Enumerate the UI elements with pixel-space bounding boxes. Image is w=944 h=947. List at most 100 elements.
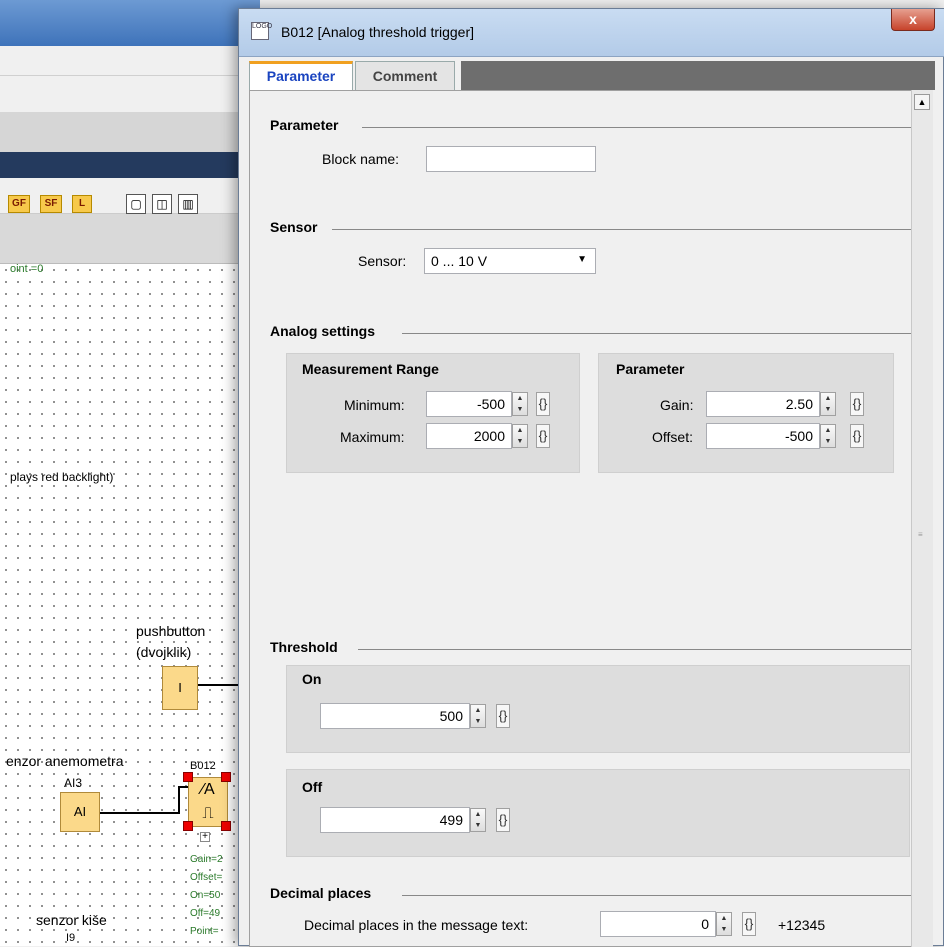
spin-up-icon[interactable]: ▲ bbox=[821, 393, 835, 404]
spin-down-icon[interactable]: ▼ bbox=[821, 404, 835, 415]
rain-sensor-label: senzor kiše bbox=[36, 912, 107, 928]
spin-down-icon[interactable]: ▼ bbox=[821, 436, 835, 447]
l-button[interactable]: L bbox=[72, 195, 92, 213]
layout-single-icon[interactable]: ▢ bbox=[126, 194, 146, 214]
param-on-text: On=50 bbox=[190, 890, 221, 901]
minimum-input[interactable] bbox=[426, 391, 512, 417]
section-divider bbox=[402, 333, 922, 334]
offset-input[interactable] bbox=[706, 423, 820, 449]
decimal-places-input[interactable] bbox=[600, 911, 716, 937]
decimal-reference-button[interactable]: {} bbox=[742, 912, 756, 936]
minimum-spinner[interactable]: ▲ ▼ bbox=[512, 392, 528, 416]
maximum-reference-button[interactable]: {} bbox=[536, 424, 550, 448]
section-divider bbox=[402, 895, 922, 896]
on-threshold-title: On bbox=[302, 671, 322, 687]
maximum-label: Maximum: bbox=[340, 429, 405, 445]
spin-up-icon[interactable]: ▲ bbox=[471, 705, 485, 716]
maximum-spinner[interactable]: ▲ ▼ bbox=[512, 424, 528, 448]
pushbutton-label: pushbutton bbox=[136, 623, 206, 639]
diagram-title-strip bbox=[0, 152, 260, 178]
logo-app-icon: LOGO bbox=[251, 22, 272, 40]
sf-button[interactable]: SF bbox=[40, 195, 62, 213]
resize-handle-tr[interactable] bbox=[221, 772, 231, 782]
spin-up-icon[interactable]: ▲ bbox=[717, 913, 731, 924]
spin-up-icon[interactable]: ▲ bbox=[513, 393, 527, 404]
layout-triple-icon[interactable]: ▥ bbox=[178, 194, 198, 214]
offset-reference-button[interactable]: {} bbox=[850, 424, 864, 448]
section-divider bbox=[358, 649, 922, 650]
maximum-input[interactable] bbox=[426, 423, 512, 449]
decimal-places-spinner[interactable]: ▲ ▼ bbox=[716, 912, 732, 936]
minimum-label: Minimum: bbox=[344, 397, 405, 413]
scroll-grip-icon[interactable]: ≡ bbox=[918, 530, 926, 539]
minimum-reference-button[interactable]: {} bbox=[536, 392, 550, 416]
on-threshold-spinner[interactable]: ▲ ▼ bbox=[470, 704, 486, 728]
vertical-scrollbar[interactable]: ▲ ≡ bbox=[911, 90, 933, 947]
spin-up-icon[interactable]: ▲ bbox=[513, 425, 527, 436]
resize-handle-tl[interactable] bbox=[183, 772, 193, 782]
param-point-text: Point= bbox=[190, 926, 219, 937]
gain-input[interactable] bbox=[706, 391, 820, 417]
b012-block-name: B012 bbox=[190, 760, 216, 772]
off-threshold-input[interactable] bbox=[320, 807, 470, 833]
resize-handle-br[interactable] bbox=[221, 821, 231, 831]
decimal-places-label: Decimal places in the message text: bbox=[304, 917, 529, 933]
tab-comment[interactable]: Comment bbox=[355, 61, 455, 91]
chevron-down-icon: ▼ bbox=[577, 254, 587, 265]
gf-button[interactable]: GF bbox=[8, 195, 30, 213]
ai-name-label: AI3 bbox=[64, 776, 83, 790]
pushbutton-sublabel: (dvojklik) bbox=[136, 644, 192, 660]
offset-label: Offset: bbox=[652, 429, 693, 445]
rain-sensor-input: I9 bbox=[66, 932, 76, 944]
expand-icon[interactable]: + bbox=[200, 832, 210, 842]
on-reference-button[interactable]: {} bbox=[496, 704, 510, 728]
section-decimal-heading: Decimal places bbox=[270, 885, 372, 901]
backlight-comment: plays red backlight) bbox=[10, 470, 114, 484]
pushbutton-wire bbox=[198, 684, 238, 686]
ai-wire-vertical bbox=[178, 786, 180, 814]
gain-label: Gain: bbox=[660, 397, 694, 413]
toolbar-secondary bbox=[0, 112, 260, 152]
measurement-range-title: Measurement Range bbox=[302, 361, 439, 377]
section-sensor-heading: Sensor bbox=[270, 219, 318, 235]
param-off-text: Off=49 bbox=[190, 908, 221, 919]
app-titlebar bbox=[0, 0, 260, 46]
spin-up-icon[interactable]: ▲ bbox=[471, 809, 485, 820]
resize-handle-bl[interactable] bbox=[183, 821, 193, 831]
editor-background: GF SF L ▢ ◫ ▥ oint =0 plays red backligh… bbox=[0, 0, 260, 946]
toolbar-standard bbox=[0, 76, 260, 112]
dialog-titlebar[interactable]: LOGO B012 [Analog threshold trigger] x bbox=[239, 9, 944, 57]
spin-down-icon[interactable]: ▼ bbox=[471, 716, 485, 727]
spin-down-icon[interactable]: ▼ bbox=[717, 924, 731, 935]
section-threshold-heading: Threshold bbox=[270, 639, 338, 655]
spin-down-icon[interactable]: ▼ bbox=[513, 436, 527, 447]
section-divider bbox=[332, 229, 922, 230]
off-reference-button[interactable]: {} bbox=[496, 808, 510, 832]
off-threshold-spinner[interactable]: ▲ ▼ bbox=[470, 808, 486, 832]
offset-spinner[interactable]: ▲ ▼ bbox=[820, 424, 836, 448]
block-name-label: Block name: bbox=[322, 151, 400, 167]
gain-spinner[interactable]: ▲ ▼ bbox=[820, 392, 836, 416]
block-name-input[interactable] bbox=[426, 146, 596, 172]
pushbutton-block[interactable]: I bbox=[162, 666, 198, 710]
diagram-canvas[interactable] bbox=[0, 264, 260, 946]
param-offset-text: Offset= bbox=[190, 872, 223, 883]
scroll-up-icon[interactable]: ▲ bbox=[914, 94, 930, 110]
ai-block[interactable]: AI bbox=[60, 792, 100, 832]
layout-split-icon[interactable]: ◫ bbox=[152, 194, 172, 214]
tab-strip-fill bbox=[461, 61, 935, 90]
sensor-select[interactable]: 0 ... 10 V ▼ bbox=[424, 248, 596, 274]
sensor-label: Sensor: bbox=[358, 253, 407, 269]
spin-down-icon[interactable]: ▼ bbox=[513, 404, 527, 415]
threshold-trigger-block[interactable]: ⁄A ⎍ bbox=[188, 777, 228, 827]
anemometer-label: enzor anemometra bbox=[6, 753, 124, 769]
tab-parameter[interactable]: Parameter bbox=[249, 61, 353, 91]
menu-bar bbox=[0, 46, 260, 76]
spin-down-icon[interactable]: ▼ bbox=[471, 820, 485, 831]
spin-up-icon[interactable]: ▲ bbox=[821, 425, 835, 436]
on-threshold-input[interactable] bbox=[320, 703, 470, 729]
off-threshold-title: Off bbox=[302, 779, 323, 795]
gain-reference-button[interactable]: {} bbox=[850, 392, 864, 416]
point-param-text: oint =0 bbox=[10, 263, 44, 275]
close-button[interactable]: x bbox=[891, 9, 935, 31]
